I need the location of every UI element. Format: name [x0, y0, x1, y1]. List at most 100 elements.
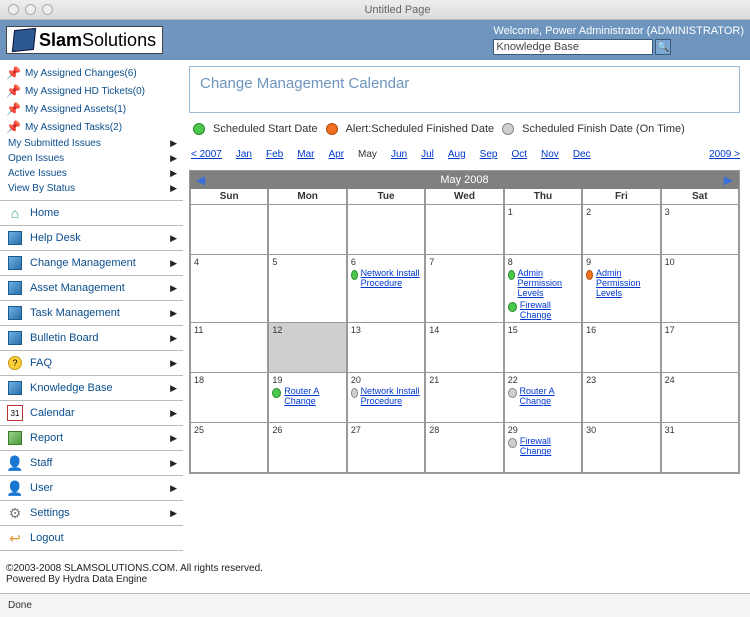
- event-link[interactable]: Network Install Procedure: [361, 387, 422, 407]
- app-logo[interactable]: SlamSolutions: [6, 26, 163, 54]
- day-cell[interactable]: 6Network Install Procedure: [347, 255, 425, 323]
- day-cell[interactable]: 31: [661, 423, 739, 473]
- month-link-apr[interactable]: Apr: [328, 149, 344, 160]
- day-cell[interactable]: 5: [268, 255, 346, 323]
- quicklink-2[interactable]: 📌My Assigned Assets(1): [0, 100, 183, 118]
- nav-item-user[interactable]: 👤User▶: [0, 476, 183, 501]
- month-link-aug[interactable]: Aug: [448, 149, 466, 160]
- day-cell[interactable]: 9Admin Permission Levels: [582, 255, 660, 323]
- day-cell[interactable]: 4: [190, 255, 268, 323]
- nav-item-staff[interactable]: 👤Staff▶: [0, 451, 183, 476]
- nav-item-asset-management[interactable]: Asset Management▶: [0, 276, 183, 301]
- day-cell[interactable]: [425, 205, 503, 255]
- calendar-event[interactable]: Admin Permission Levels: [586, 269, 656, 299]
- month-link-nov[interactable]: Nov: [541, 149, 559, 160]
- nav-item-bulletin-board[interactable]: Bulletin Board▶: [0, 326, 183, 351]
- nav-item-report[interactable]: Report▶: [0, 426, 183, 451]
- day-cell[interactable]: 14: [425, 323, 503, 373]
- month-link-jul[interactable]: Jul: [421, 149, 434, 160]
- quicklink-1[interactable]: 📌My Assigned HD Tickets(0): [0, 82, 183, 100]
- day-cell[interactable]: 8Admin Permission LevelsFirewall Change: [504, 255, 582, 323]
- day-cell[interactable]: 29Firewall Change: [504, 423, 582, 473]
- event-link[interactable]: Firewall Change: [520, 437, 578, 457]
- dow-sun: Sun: [190, 189, 268, 205]
- nav-item-change-management[interactable]: Change Management▶: [0, 251, 183, 276]
- kb-search-input[interactable]: [493, 39, 653, 55]
- day-cell[interactable]: 17: [661, 323, 739, 373]
- event-link[interactable]: Router A Change: [284, 387, 343, 407]
- day-cell[interactable]: 3: [661, 205, 739, 255]
- minilink-2[interactable]: Active Issues▶: [0, 166, 183, 181]
- calendar-event[interactable]: Firewall Change: [508, 437, 578, 457]
- day-cell[interactable]: 22Router A Change: [504, 373, 582, 423]
- day-cell[interactable]: 19Router A Change: [268, 373, 346, 423]
- calendar-event[interactable]: Network Install Procedure: [351, 387, 421, 407]
- quicklink-0[interactable]: 📌My Assigned Changes(6): [0, 64, 183, 82]
- calendar-event[interactable]: Router A Change: [272, 387, 342, 407]
- nav-item-task-management[interactable]: Task Management▶: [0, 301, 183, 326]
- day-cell[interactable]: 12: [268, 323, 346, 373]
- calendar-event[interactable]: Network Install Procedure: [351, 269, 421, 289]
- nav-item-knowledge-base[interactable]: Knowledge Base▶: [0, 376, 183, 401]
- day-cell[interactable]: 15: [504, 323, 582, 373]
- month-link-mar[interactable]: Mar: [297, 149, 314, 160]
- day-cell[interactable]: 26: [268, 423, 346, 473]
- nav-item-logout[interactable]: ↩Logout: [0, 526, 183, 551]
- event-link[interactable]: Firewall Change: [520, 301, 578, 321]
- day-cell[interactable]: 13: [347, 323, 425, 373]
- statusbar: Done: [0, 593, 750, 617]
- app-header: SlamSolutions Welcome, Power Administrat…: [0, 20, 750, 60]
- close-window-icon[interactable]: [8, 4, 19, 15]
- day-cell[interactable]: 30: [582, 423, 660, 473]
- day-cell[interactable]: 18: [190, 373, 268, 423]
- calendar-event[interactable]: Admin Permission Levels: [508, 269, 578, 299]
- minilink-3[interactable]: View By Status▶: [0, 181, 183, 196]
- quicklink-3[interactable]: 📌My Assigned Tasks(2): [0, 118, 183, 136]
- event-link[interactable]: Router A Change: [520, 387, 579, 407]
- day-cell[interactable]: [190, 205, 268, 255]
- day-cell[interactable]: [347, 205, 425, 255]
- month-link-feb[interactable]: Feb: [266, 149, 283, 160]
- prev-year-link[interactable]: < 2007: [191, 149, 222, 160]
- day-cell[interactable]: 25: [190, 423, 268, 473]
- day-cell[interactable]: 27: [347, 423, 425, 473]
- minilink-1[interactable]: Open Issues▶: [0, 151, 183, 166]
- nav-item-help-desk[interactable]: Help Desk▶: [0, 226, 183, 251]
- day-cell[interactable]: 28: [425, 423, 503, 473]
- event-link[interactable]: Network Install Procedure: [361, 269, 422, 289]
- cal-prev-month-icon[interactable]: ◀: [190, 173, 211, 187]
- day-cell[interactable]: 2: [582, 205, 660, 255]
- nav-item-label: Change Management: [30, 257, 136, 269]
- month-link-jan[interactable]: Jan: [236, 149, 252, 160]
- month-link-dec[interactable]: Dec: [573, 149, 591, 160]
- day-cell[interactable]: 10: [661, 255, 739, 323]
- day-cell[interactable]: 11: [190, 323, 268, 373]
- day-cell[interactable]: 1: [504, 205, 582, 255]
- minilink-0[interactable]: My Submitted Issues▶: [0, 136, 183, 151]
- day-cell[interactable]: 24: [661, 373, 739, 423]
- calendar-event[interactable]: Firewall Change: [508, 301, 578, 321]
- day-cell[interactable]: 16: [582, 323, 660, 373]
- nav-item-home[interactable]: ⌂Home: [0, 201, 183, 226]
- cal-next-month-icon[interactable]: ▶: [718, 173, 739, 187]
- month-link-sep[interactable]: Sep: [480, 149, 498, 160]
- minimize-window-icon[interactable]: [25, 4, 36, 15]
- day-cell[interactable]: 21: [425, 373, 503, 423]
- zoom-window-icon[interactable]: [42, 4, 53, 15]
- event-link[interactable]: Admin Permission Levels: [596, 269, 657, 299]
- month-link-oct[interactable]: Oct: [511, 149, 527, 160]
- nav-item-calendar[interactable]: 31Calendar▶: [0, 401, 183, 426]
- next-year-link[interactable]: 2009 >: [709, 149, 740, 160]
- day-cell[interactable]: 20Network Install Procedure: [347, 373, 425, 423]
- event-link[interactable]: Admin Permission Levels: [518, 269, 579, 299]
- month-link-may: May: [358, 149, 377, 160]
- nav-item-settings[interactable]: ⚙Settings▶: [0, 501, 183, 526]
- day-cell[interactable]: [268, 205, 346, 255]
- day-cell[interactable]: 23: [582, 373, 660, 423]
- legend-finish-label: Scheduled Finish Date (On Time): [522, 123, 685, 135]
- nav-item-faq[interactable]: ?FAQ▶: [0, 351, 183, 376]
- day-cell[interactable]: 7: [425, 255, 503, 323]
- calendar-event[interactable]: Router A Change: [508, 387, 578, 407]
- month-link-jun[interactable]: Jun: [391, 149, 407, 160]
- search-button[interactable]: 🔍: [655, 39, 671, 55]
